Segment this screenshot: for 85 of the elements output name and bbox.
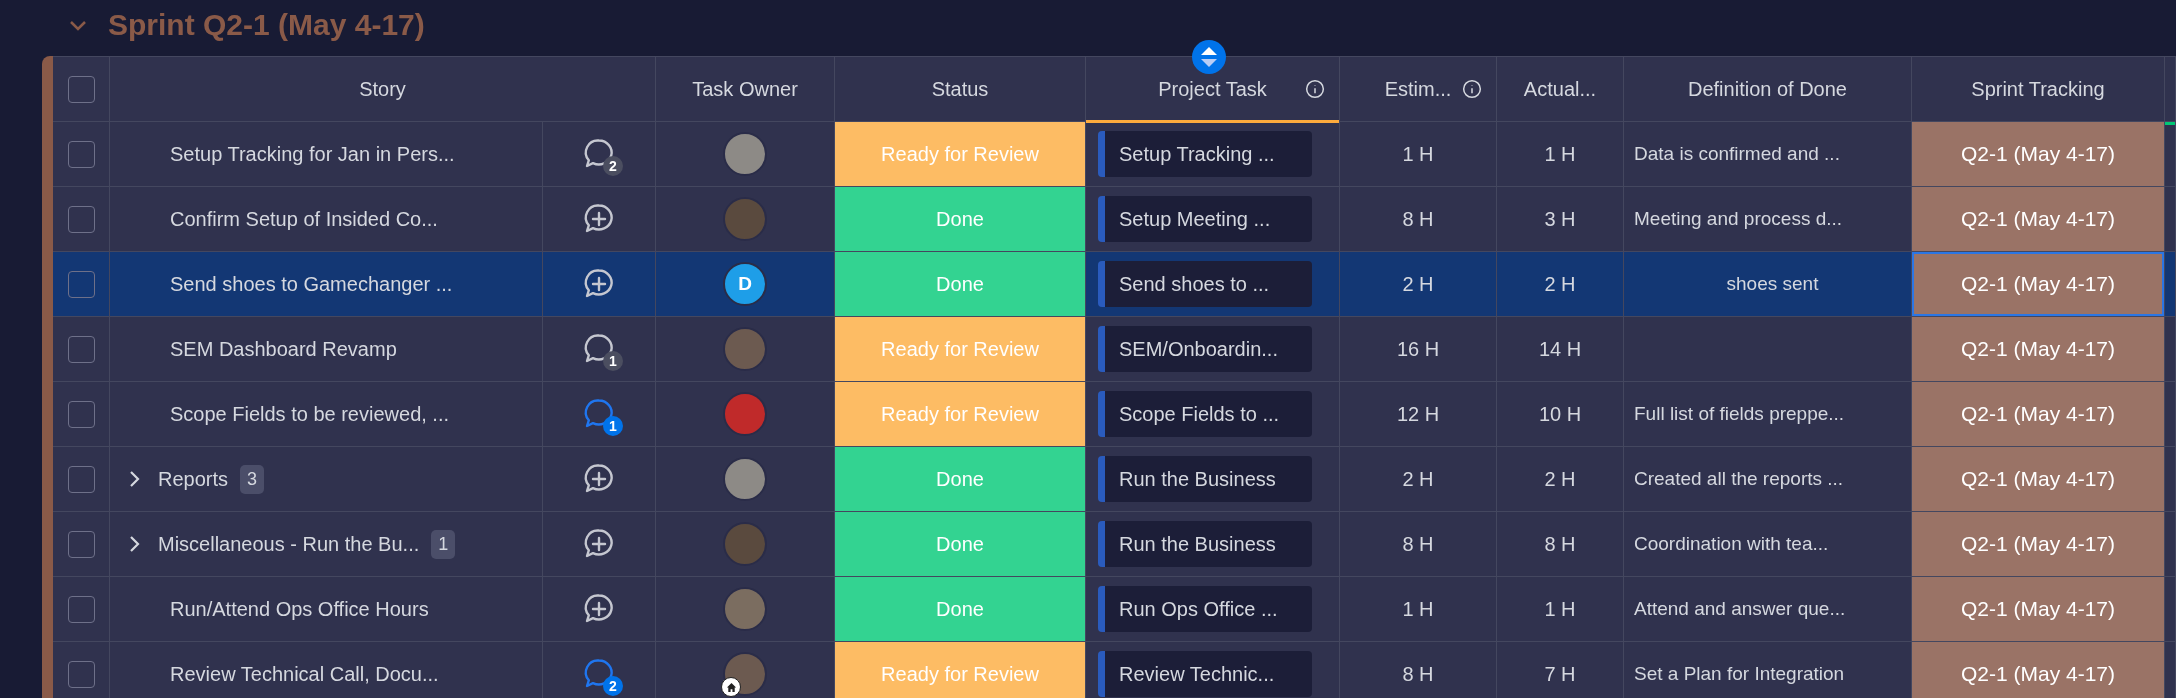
- row-checkbox[interactable]: [68, 660, 95, 688]
- project-task-chip[interactable]: Review Technic...: [1098, 651, 1312, 697]
- row-checkbox[interactable]: [68, 270, 95, 298]
- column-header[interactable]: Estim...: [1384, 77, 1452, 101]
- definition-of-done-text: Created all the reports ...: [1633, 468, 1844, 490]
- subitem-count[interactable]: 1: [431, 529, 456, 559]
- definition-of-done-text: Set a Plan for Integration: [1633, 663, 1845, 685]
- row-checkbox[interactable]: [68, 140, 95, 168]
- definition-of-done-text: Coordination with tea...: [1633, 533, 1829, 555]
- definition-of-done-text: shoes sent: [1725, 273, 1819, 295]
- story-title[interactable]: Run/Attend Ops Office Hours: [170, 597, 429, 621]
- column-header[interactable]: Definition of Done: [1688, 77, 1847, 101]
- estimate-value: 1 H: [1402, 597, 1434, 621]
- row-checkbox[interactable]: [68, 595, 95, 623]
- story-title[interactable]: Confirm Setup of Insided Co...: [170, 207, 438, 231]
- row-checkbox[interactable]: [68, 465, 95, 493]
- project-task-chip[interactable]: Send shoes to ...: [1098, 261, 1312, 307]
- estimate-value: 8 H: [1402, 662, 1434, 686]
- column-drag-handle[interactable]: [1191, 40, 1226, 74]
- row-checkbox[interactable]: [68, 335, 95, 363]
- home-icon: [725, 681, 737, 693]
- actual-value: 14 H: [1538, 337, 1582, 361]
- definition-of-done-text: Attend and answer que...: [1633, 598, 1846, 620]
- column-header[interactable]: Story: [359, 77, 406, 101]
- story-title[interactable]: SEM Dashboard Revamp: [170, 337, 397, 361]
- sprint-label[interactable]: Q2-1 (May 4-17): [1912, 187, 2164, 251]
- column-header[interactable]: Status: [931, 77, 989, 101]
- column-header[interactable]: Actual...: [1523, 77, 1597, 101]
- actual-value: 1 H: [1544, 142, 1576, 166]
- row-checkbox[interactable]: [68, 400, 95, 428]
- definition-of-done-text: Meeting and process d...: [1633, 208, 1843, 230]
- project-task-chip[interactable]: Setup Meeting ...: [1098, 196, 1312, 242]
- comment-count: 1: [603, 416, 623, 436]
- actual-value: 2 H: [1544, 272, 1576, 296]
- column-header[interactable]: Project Task: [1158, 77, 1267, 101]
- definition-of-done-text: Data is confirmed and ...: [1633, 143, 1840, 165]
- estimate-value: 12 H: [1396, 402, 1440, 426]
- row-checkbox[interactable]: [68, 205, 95, 233]
- project-task-chip[interactable]: Setup Tracking ...: [1098, 131, 1312, 177]
- sprint-label[interactable]: Q2-1 (May 4-17): [1912, 447, 2164, 511]
- avatar-photo-placeholder[interactable]: [723, 652, 767, 696]
- story-title[interactable]: Setup Tracking for Jan in Pers...: [170, 142, 455, 166]
- chevron-right-icon[interactable]: [128, 469, 142, 489]
- column-header[interactable]: Task Owner: [692, 77, 798, 101]
- comment-count: 1: [603, 351, 623, 371]
- story-title[interactable]: Miscellaneous - Run the Bu...: [158, 532, 420, 556]
- actual-value: 3 H: [1544, 207, 1576, 231]
- subitem-count[interactable]: 3: [240, 464, 265, 494]
- estimate-value: 2 H: [1402, 467, 1434, 491]
- sprint-label[interactable]: Q2-1 (May 4-17): [1912, 577, 2164, 641]
- column-header[interactable]: Sprint Tracking: [1971, 77, 2105, 101]
- comment-count: 2: [603, 156, 623, 176]
- sprint-label[interactable]: Q2-1 (May 4-17): [1912, 122, 2164, 186]
- definition-of-done-text: Full list of fields preppe...: [1633, 403, 1845, 425]
- info-icon[interactable]: [1305, 79, 1325, 99]
- story-title[interactable]: Scope Fields to be reviewed, ...: [170, 402, 450, 426]
- project-task-chip[interactable]: Run the Business: [1098, 521, 1312, 567]
- actual-value: 7 H: [1544, 662, 1576, 686]
- sprint-label[interactable]: Q2-1 (May 4-17): [1912, 642, 2164, 698]
- project-task-chip[interactable]: Run the Business: [1098, 456, 1312, 502]
- actual-value: 1 H: [1544, 597, 1576, 621]
- actual-value: 2 H: [1544, 467, 1576, 491]
- estimate-value: 2 H: [1402, 272, 1434, 296]
- sprint-label[interactable]: Q2-1 (May 4-17): [1912, 317, 2164, 381]
- chevron-right-icon[interactable]: [128, 534, 142, 554]
- project-task-chip[interactable]: Run Ops Office ...: [1098, 586, 1312, 632]
- estimate-value: 1 H: [1402, 142, 1434, 166]
- story-title[interactable]: Review Technical Call, Docu...: [170, 662, 439, 686]
- sprint-label[interactable]: Q2-1 (May 4-17): [1912, 252, 2164, 316]
- actual-value: 8 H: [1544, 532, 1576, 556]
- story-title[interactable]: Reports: [158, 467, 229, 491]
- row-checkbox[interactable]: [68, 530, 95, 558]
- project-task-chip[interactable]: Scope Fields to ...: [1098, 391, 1312, 437]
- estimate-value: 8 H: [1402, 532, 1434, 556]
- comment-count: 2: [603, 676, 623, 696]
- sprint-label[interactable]: Q2-1 (May 4-17): [1912, 512, 2164, 576]
- sort-arrows-icon: [1199, 46, 1218, 68]
- sprint-label[interactable]: Q2-1 (May 4-17): [1912, 382, 2164, 446]
- actual-value: 10 H: [1538, 402, 1582, 426]
- estimate-value: 16 H: [1396, 337, 1440, 361]
- estimate-value: 8 H: [1402, 207, 1434, 231]
- info-icon[interactable]: [1462, 79, 1482, 99]
- story-title[interactable]: Send shoes to Gamechanger ...: [170, 272, 453, 296]
- select-all-checkbox[interactable]: [68, 75, 95, 103]
- project-task-chip[interactable]: SEM/Onboardin...: [1098, 326, 1312, 372]
